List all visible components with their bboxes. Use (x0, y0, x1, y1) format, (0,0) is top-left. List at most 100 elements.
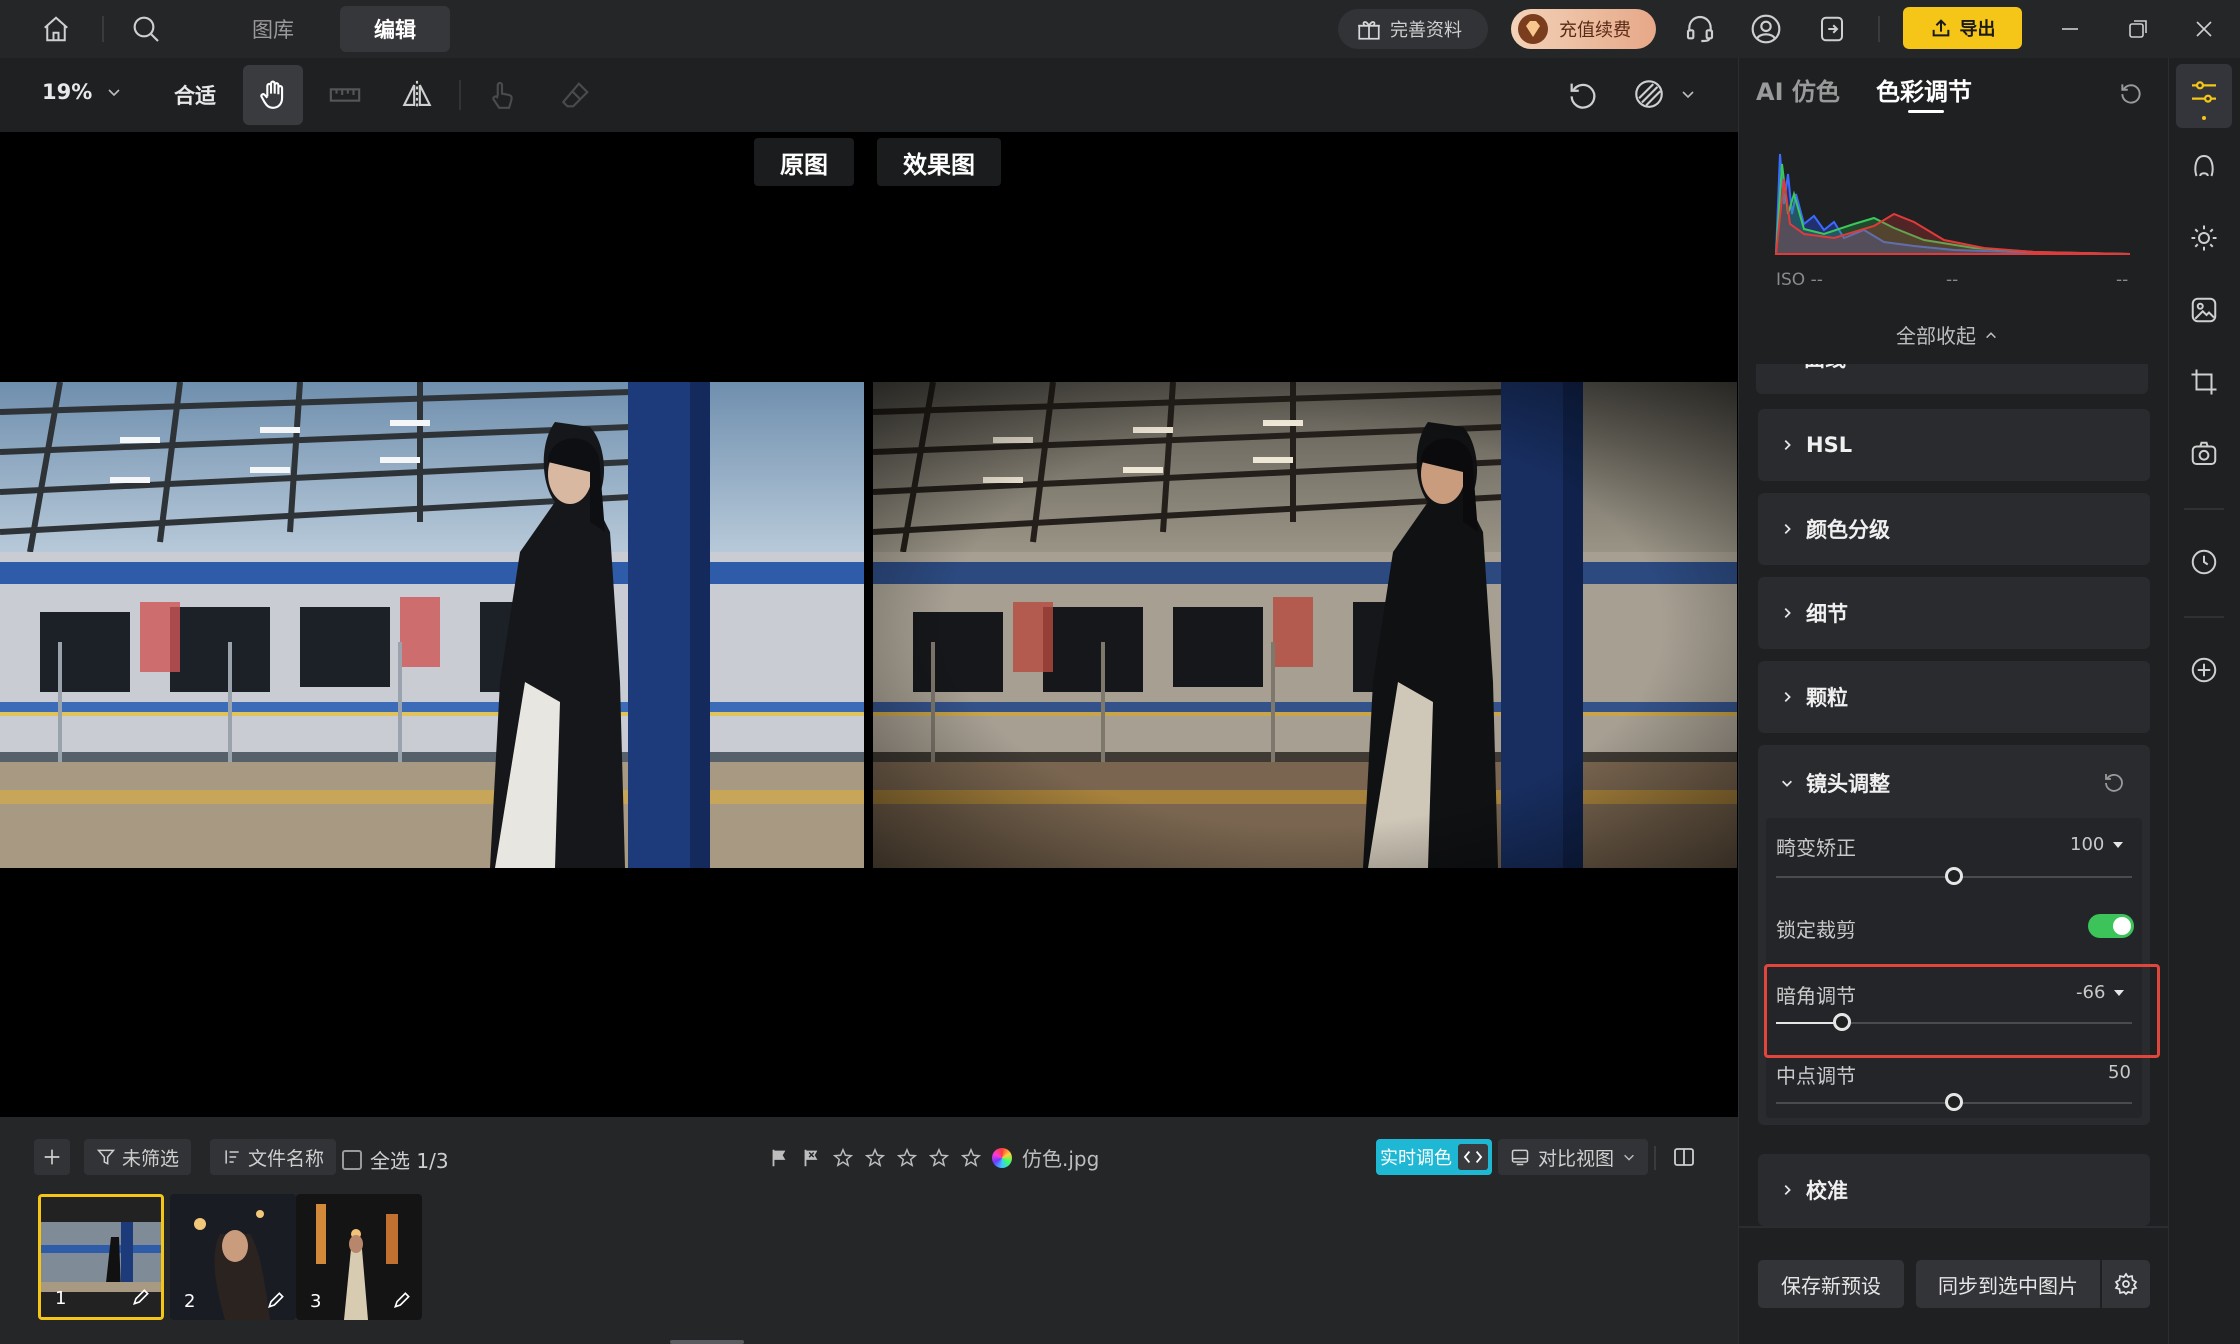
eraser-icon[interactable] (546, 65, 606, 125)
star-icon[interactable] (896, 1147, 918, 1169)
chevron-right-icon (1780, 522, 1794, 536)
flag-icon[interactable] (768, 1147, 790, 1169)
complete-profile-button[interactable]: 完善资料 (1338, 9, 1488, 49)
star-icon[interactable] (928, 1147, 950, 1169)
original-label[interactable]: 原图 (754, 138, 854, 186)
color-wheel-icon[interactable] (992, 1147, 1012, 1168)
touch-icon[interactable] (472, 65, 532, 125)
toggle-knob (2113, 917, 2131, 935)
vignette-value-box[interactable]: -66 (2076, 982, 2125, 1003)
effect-photo (872, 382, 1738, 868)
close-icon[interactable] (2184, 9, 2224, 49)
filter-button[interactable]: 未筛选 (84, 1139, 192, 1175)
star-icon[interactable] (864, 1147, 886, 1169)
tab-ai-color[interactable]: AI 仿色 (1756, 72, 1840, 107)
calibration-section[interactable]: 校准 (1758, 1154, 2150, 1226)
live-color-toggle[interactable]: 实时调色 (1376, 1139, 1492, 1175)
tab-edit[interactable]: 编辑 (340, 6, 450, 52)
complete-profile-label: 完善资料 (1390, 20, 1462, 41)
active-dot (2202, 116, 2206, 120)
save-preset-button[interactable]: 保存新预设 (1758, 1260, 1904, 1308)
lens-section-header[interactable]: 镜头调整 (1780, 768, 1890, 798)
divider (2184, 508, 2224, 510)
distortion-value-box[interactable]: 100 (2070, 834, 2124, 855)
vignette-value: -66 (2076, 982, 2106, 1003)
edit-badge-icon (392, 1290, 412, 1310)
original-photo (0, 382, 864, 868)
live-color-label: 实时调色 (1380, 1148, 1452, 1169)
export-button[interactable]: 导出 (1903, 7, 2022, 49)
divider (2184, 616, 2224, 618)
chevron-right-icon (1780, 606, 1794, 620)
sync-button[interactable]: 同步到选中图片 (1916, 1260, 2100, 1308)
fit-button[interactable]: 合适 (174, 80, 216, 110)
histogram-iso: ISO -- (1776, 270, 1823, 290)
thumbnail-2[interactable]: 2 (170, 1194, 296, 1320)
midpoint-slider-thumb[interactable] (1945, 1093, 1963, 1111)
logout-icon[interactable] (1812, 9, 1852, 49)
detail-section[interactable]: 细节 (1758, 577, 2150, 649)
camera-icon[interactable] (2184, 434, 2224, 474)
caret-down-icon (2112, 840, 2124, 850)
hsl-label: HSL (1806, 433, 1853, 457)
image-edit-icon[interactable] (2184, 290, 2224, 330)
chevron-up-icon (1984, 328, 1998, 342)
sliders-icon[interactable] (2184, 72, 2224, 112)
sort-label: 文件名称 (248, 1147, 325, 1170)
tab-color-adjust[interactable]: 色彩调节 (1876, 72, 1972, 107)
filmstrip-scrollbar[interactable] (670, 1340, 744, 1344)
headset-icon[interactable] (1680, 9, 1720, 49)
select-all-checkbox[interactable]: 全选 1/3 (342, 1145, 449, 1174)
crop-icon[interactable] (2184, 362, 2224, 402)
add-icon[interactable] (34, 1139, 70, 1175)
zoom-select[interactable]: 19% (42, 80, 122, 104)
restore-icon[interactable] (2118, 9, 2158, 49)
settings-icon[interactable] (2102, 1260, 2150, 1308)
compare-view-select[interactable]: 对比视图 (1498, 1139, 1649, 1175)
zoom-value: 19% (42, 80, 93, 104)
add-circle-icon[interactable] (2184, 650, 2224, 690)
reset-icon[interactable] (1553, 65, 1613, 125)
overlay-select[interactable] (1632, 77, 1696, 111)
ruler-icon[interactable] (315, 65, 375, 125)
divider (1654, 1146, 1656, 1170)
vignette-label: 暗角调节 (1776, 984, 1856, 1008)
midpoint-label: 中点调节 (1776, 1064, 1856, 1088)
grain-section[interactable]: 颗粒 (1758, 661, 2150, 733)
hand-tool-icon[interactable] (243, 65, 303, 125)
lens-reset-icon[interactable] (2102, 770, 2126, 794)
caret-down-icon (2113, 988, 2125, 998)
recharge-button[interactable]: 充值续费 (1511, 9, 1656, 49)
user-icon[interactable] (1746, 9, 1786, 49)
vignette-slider-thumb[interactable] (1833, 1013, 1851, 1031)
effect-label[interactable]: 效果图 (877, 138, 1001, 186)
tab-library[interactable]: 图库 (218, 6, 328, 52)
flip-icon[interactable] (387, 65, 447, 125)
minimize-icon[interactable] (2050, 9, 2090, 49)
star-icon[interactable] (960, 1147, 982, 1169)
split-view-icon[interactable] (1666, 1139, 1702, 1175)
midpoint-value[interactable]: 50 (2108, 1062, 2131, 1083)
search-icon[interactable] (126, 9, 166, 49)
lock-crop-toggle[interactable] (2088, 914, 2134, 938)
divider (1878, 16, 1880, 42)
light-icon[interactable] (2184, 218, 2224, 258)
star-icon[interactable] (832, 1147, 854, 1169)
color-grading-section[interactable]: 颜色分级 (1758, 493, 2150, 565)
upload-icon (1930, 17, 1952, 39)
sort-icon (222, 1147, 242, 1167)
thumbnail-3[interactable]: 3 (296, 1194, 422, 1320)
thumbnail-1[interactable]: 1 (38, 1194, 164, 1320)
thumbnail-number: 1 (55, 1288, 67, 1309)
compare-view-icon (1510, 1147, 1530, 1167)
home-icon[interactable] (36, 9, 76, 49)
portrait-icon[interactable] (2184, 146, 2224, 186)
history-icon[interactable] (2184, 542, 2224, 582)
reset-icon[interactable] (2118, 80, 2144, 106)
distortion-slider-thumb[interactable] (1945, 867, 1963, 885)
sort-button[interactable]: 文件名称 (210, 1139, 337, 1175)
collapse-all-button[interactable]: 全部收起 (1896, 320, 1998, 349)
distortion-label: 畸变矫正 (1776, 836, 1856, 860)
hsl-section[interactable]: HSL (1758, 409, 2150, 481)
reject-flag-icon[interactable] (800, 1147, 822, 1169)
